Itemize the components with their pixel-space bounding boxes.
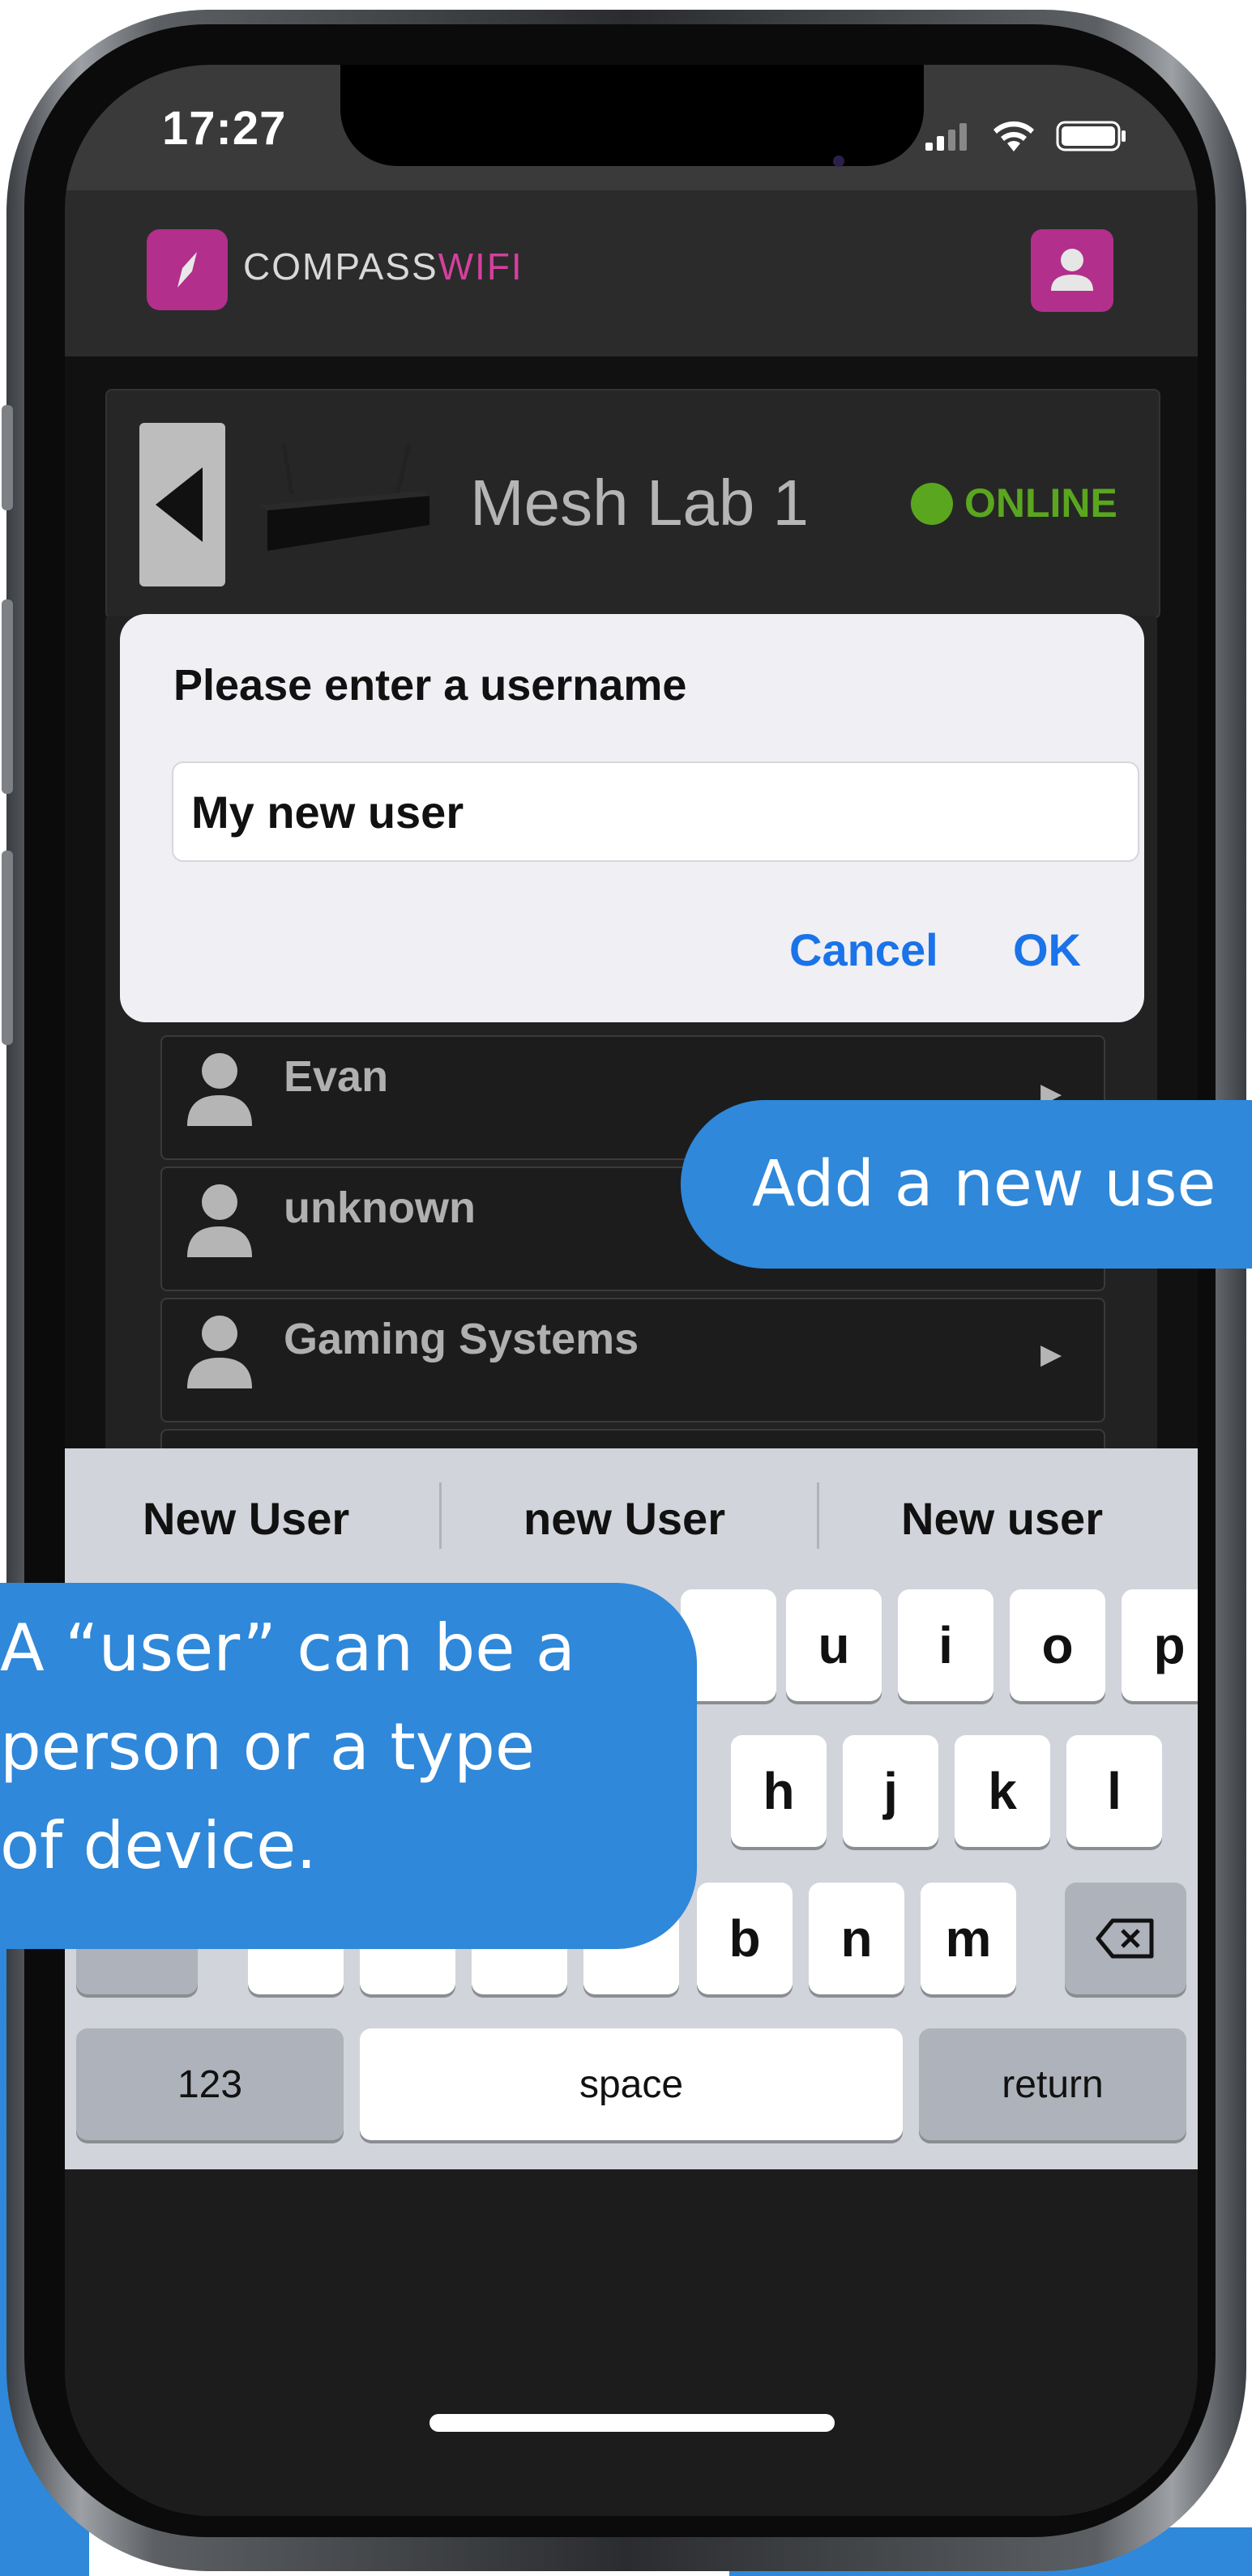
key-u[interactable]: u bbox=[786, 1589, 882, 1701]
username-input[interactable] bbox=[172, 761, 1139, 862]
key-k[interactable]: k bbox=[955, 1735, 1050, 1847]
suggestion-3[interactable]: New user bbox=[901, 1492, 1103, 1545]
cancel-button[interactable]: Cancel bbox=[789, 923, 938, 976]
person-icon bbox=[183, 1173, 256, 1266]
key-m[interactable]: m bbox=[921, 1883, 1016, 1994]
signal-icon bbox=[925, 123, 967, 151]
battery-icon bbox=[1056, 121, 1126, 151]
user-icon bbox=[1051, 249, 1093, 291]
volume-down-button bbox=[2, 851, 13, 1045]
app-header bbox=[65, 190, 1198, 356]
suggestion-2[interactable]: new User bbox=[523, 1492, 725, 1545]
home-indicator[interactable] bbox=[429, 2414, 835, 2432]
backspace-key[interactable] bbox=[1065, 1883, 1186, 1994]
space-key[interactable]: space bbox=[360, 2028, 903, 2140]
user-name: unknown bbox=[284, 1184, 476, 1232]
backspace-icon bbox=[1096, 1918, 1154, 1959]
add-user-callout: Add a new use bbox=[681, 1100, 1252, 1269]
user-name: Evan bbox=[284, 1052, 389, 1101]
key-l[interactable]: l bbox=[1066, 1735, 1162, 1847]
wifi-icon bbox=[993, 122, 1035, 152]
device-status: ONLINE bbox=[964, 480, 1117, 526]
suggestion-divider bbox=[439, 1482, 442, 1549]
dialog-title: Please enter a username bbox=[173, 661, 687, 710]
key-i[interactable]: i bbox=[898, 1589, 993, 1701]
key-p[interactable]: p bbox=[1122, 1589, 1198, 1701]
triangle-left-icon bbox=[156, 467, 203, 542]
user-explainer-callout: A “user” can be a person or a type of de… bbox=[0, 1583, 697, 1949]
bottom-safe-area bbox=[65, 2169, 1198, 2516]
key-j[interactable]: j bbox=[843, 1735, 938, 1847]
app-logo-text: COMPASSWIFI bbox=[243, 245, 523, 288]
callout-line: person or a type bbox=[0, 1709, 536, 1785]
key-b[interactable]: b bbox=[697, 1883, 793, 1994]
key-n[interactable]: n bbox=[809, 1883, 904, 1994]
profile-button[interactable] bbox=[1031, 229, 1113, 312]
return-key[interactable]: return bbox=[919, 2028, 1186, 2140]
person-icon bbox=[183, 1042, 256, 1135]
callout-line: A “user” can be a bbox=[0, 1610, 575, 1686]
notch bbox=[340, 65, 924, 166]
numbers-key[interactable]: 123 bbox=[76, 2028, 344, 2140]
status-icons bbox=[924, 112, 1129, 156]
phone-screen: 17:27 COMPASSWIFI Mesh Lab 1 ONLINE Evan… bbox=[65, 65, 1198, 2516]
ok-button[interactable]: OK bbox=[1013, 923, 1081, 976]
camera-indicator bbox=[833, 156, 844, 167]
suggestion-1[interactable]: New User bbox=[143, 1492, 349, 1545]
suggestion-divider bbox=[817, 1482, 819, 1549]
key-h[interactable]: h bbox=[731, 1735, 827, 1847]
person-icon bbox=[183, 1304, 256, 1397]
mute-switch bbox=[2, 405, 13, 510]
status-indicator-dot bbox=[911, 483, 953, 525]
router-icon bbox=[259, 437, 438, 571]
device-name: Mesh Lab 1 bbox=[470, 467, 810, 539]
callout-line: of device. bbox=[0, 1808, 317, 1883]
key-o[interactable]: o bbox=[1010, 1589, 1105, 1701]
status-time: 17:27 bbox=[162, 102, 287, 155]
chevron-right-icon: ▶ bbox=[1040, 1339, 1062, 1370]
compass-icon bbox=[147, 229, 228, 310]
volume-up-button bbox=[2, 599, 13, 794]
user-name: Gaming Systems bbox=[284, 1315, 639, 1363]
back-button[interactable] bbox=[139, 423, 225, 586]
